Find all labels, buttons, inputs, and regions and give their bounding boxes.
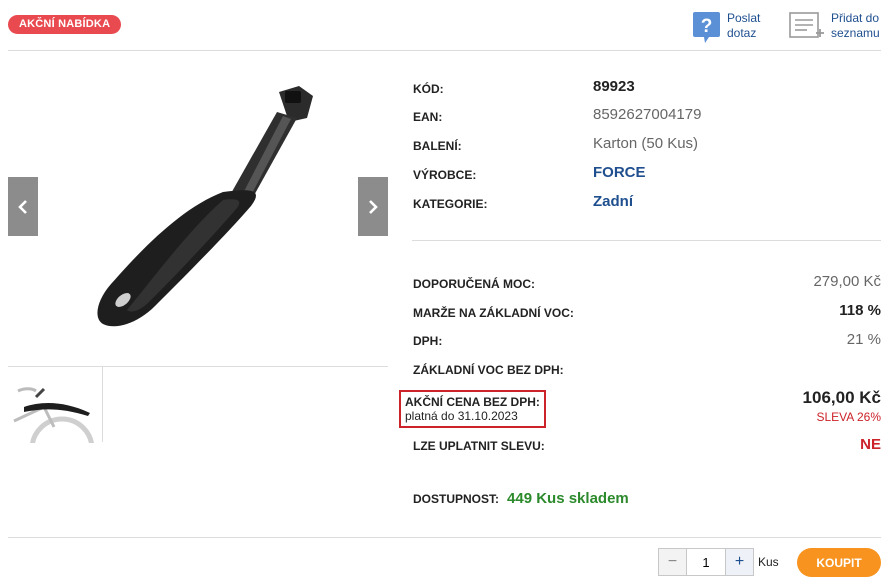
promo-valid-until: platná do 31.10.2023 <box>405 409 518 423</box>
spec-label: EAN: <box>413 110 443 124</box>
specs-divider <box>412 240 881 241</box>
spec-label: KATEGORIE: <box>413 197 488 211</box>
spec-value[interactable]: Zadní <box>593 193 633 210</box>
recommended-price-label: DOPORUČENÁ MOC: <box>413 277 535 291</box>
apply-discount-value: NE <box>860 436 881 453</box>
question-icon: ? <box>692 11 721 49</box>
gallery-prev-button[interactable] <box>8 177 38 236</box>
gallery-divider <box>8 366 388 367</box>
spec-value: 8592627004179 <box>593 106 702 123</box>
gallery-next-button[interactable] <box>358 177 388 236</box>
apply-discount-label: LZE UPLATNIT SLEVU: <box>413 439 545 453</box>
promo-price-box: AKČNÍ CENA BEZ DPH: platná do 31.10.2023 <box>399 390 546 428</box>
buy-button[interactable]: KOUPIT <box>797 548 881 577</box>
spec-value: 89923 <box>593 78 635 95</box>
spec-value[interactable]: FORCE <box>593 164 646 181</box>
quantity-unit: Kus <box>758 555 779 569</box>
thumb-divider <box>102 367 103 442</box>
ask-question-button[interactable]: ? Poslat dotaz <box>692 11 760 49</box>
add-to-list-label: Přidat do seznamu <box>831 11 880 40</box>
quantity-stepper[interactable]: − + <box>658 548 754 576</box>
margin-label: MARŽE NA ZÁKLADNÍ VOC: <box>413 306 574 320</box>
availability-value: 449 Kus skladem <box>507 490 629 507</box>
availability-label: DOSTUPNOST: <box>413 492 500 506</box>
header-divider <box>8 50 881 51</box>
chevron-right-icon <box>367 199 379 215</box>
availability: DOSTUPNOST: 449 Kus skladem <box>413 490 629 507</box>
promo-badge: AKČNÍ NABÍDKA <box>8 15 122 34</box>
recommended-price-value: 279,00 Kč <box>813 273 881 290</box>
promo-price-label: AKČNÍ CENA BEZ DPH: <box>405 395 540 409</box>
base-price-label: ZÁKLADNÍ VOC BEZ DPH: <box>413 363 564 377</box>
spec-label: BALENÍ: <box>413 139 462 153</box>
promo-price-value: 106,00 Kč <box>802 388 881 407</box>
quantity-input[interactable] <box>686 549 726 575</box>
spec-label: KÓD: <box>413 82 444 96</box>
mudguard-on-bike-thumbnail[interactable] <box>10 385 98 443</box>
spec-label: VÝROBCE: <box>413 168 477 182</box>
discount-badge: SLEVA 26% <box>816 410 882 424</box>
vat-label: DPH: <box>413 334 443 348</box>
rear-mudguard-image[interactable] <box>93 82 318 327</box>
footer-divider <box>8 537 881 538</box>
chevron-left-icon <box>17 199 29 215</box>
quantity-increase-button[interactable]: + <box>726 549 753 575</box>
ask-question-label: Poslat dotaz <box>727 11 761 40</box>
vat-value: 21 % <box>846 331 881 348</box>
add-to-list-button[interactable]: Přidat do seznamu <box>789 11 880 46</box>
svg-text:?: ? <box>701 16 713 37</box>
quantity-decrease-button[interactable]: − <box>659 549 686 575</box>
spec-value: Karton (50 Kus) <box>593 135 699 152</box>
margin-value: 118 % <box>839 302 881 319</box>
list-add-icon <box>789 11 825 46</box>
